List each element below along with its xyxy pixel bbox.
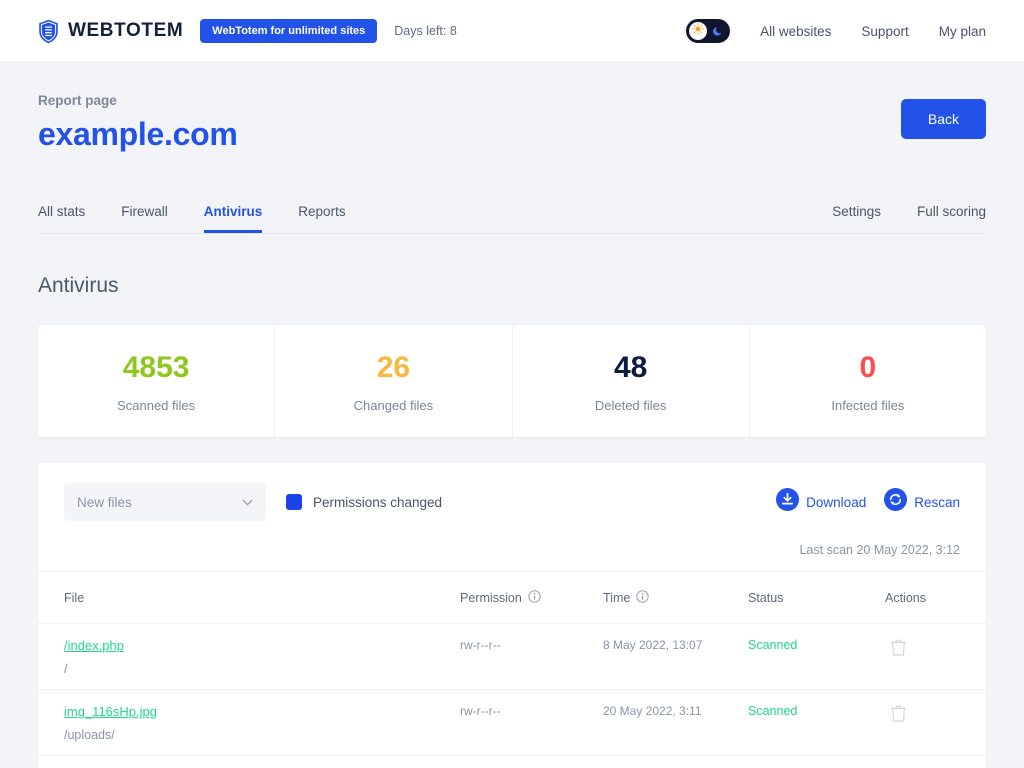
stat-label: Scanned files: [117, 398, 196, 413]
chevron-down-icon: [242, 493, 253, 511]
trash-icon[interactable]: [891, 704, 906, 727]
theme-toggle[interactable]: [686, 19, 731, 43]
brand-logo[interactable]: WEBTOTEM: [38, 19, 183, 44]
file-name-link[interactable]: /index.php: [64, 638, 460, 653]
toolbar-actions: Download Rescan: [776, 488, 960, 516]
info-icon[interactable]: [528, 590, 541, 606]
rescan-label: Rescan: [914, 494, 960, 510]
cell-permission: rw-r--r--: [460, 756, 603, 768]
tab-firewall[interactable]: Firewall: [121, 204, 168, 233]
tab-settings[interactable]: Settings: [832, 204, 881, 233]
promo-badge[interactable]: WebTotem for unlimited sites: [200, 19, 378, 43]
stat-card-infected-files: 0 Infected files: [750, 325, 986, 437]
page-kicker: Report page: [38, 93, 117, 108]
back-button[interactable]: Back: [900, 99, 986, 139]
cell-status: Scanned: [748, 756, 885, 768]
antivirus-file-table: File Permission Time Status Actions /ind…: [38, 572, 986, 768]
page-title: example.com: [38, 116, 238, 152]
nav-all-websites[interactable]: All websites: [760, 24, 831, 39]
column-label: File: [64, 591, 85, 605]
download-icon: [776, 488, 800, 516]
table-row: /index.php / rw-r--r-- 8 May 2022, 13:07…: [38, 623, 986, 690]
tab-all-stats[interactable]: All stats: [38, 204, 85, 233]
column-header-time: Time: [603, 572, 748, 624]
stat-value: 0: [859, 351, 877, 384]
file-table-panel: New files Permissions changed Download R…: [38, 463, 986, 768]
cell-file: img_116sHp.jpg /uploads/: [38, 689, 460, 756]
tab-bar-right: Settings Full scoring: [796, 204, 986, 233]
tab-reports[interactable]: Reports: [298, 204, 345, 233]
trash-icon[interactable]: [891, 638, 906, 661]
permissions-changed-label: Permissions changed: [313, 494, 443, 510]
cell-actions: [885, 623, 986, 690]
cell-permission: rw-r--r--: [460, 689, 603, 756]
section-title: Antivirus: [38, 274, 119, 297]
cell-time: 8 May 2022, 13:07: [603, 623, 748, 690]
permissions-changed-checkbox[interactable]: [286, 494, 302, 510]
cell-status: Scanned: [748, 623, 885, 690]
file-filter-select[interactable]: New files: [64, 483, 266, 521]
top-navigation-bar: WEBTOTEM WebTotem for unlimited sites Da…: [0, 0, 1024, 63]
topbar-right-group: All websites Support My plan: [686, 19, 986, 43]
brand-name: WEBTOTEM: [68, 20, 184, 41]
column-header-file: File: [38, 572, 460, 624]
page-header: Report page example.com Back: [38, 63, 986, 153]
page-title-block: Report page example.com: [38, 93, 238, 153]
download-button[interactable]: Download: [776, 488, 866, 516]
column-label: Permission: [460, 591, 522, 605]
tab-full-scoring[interactable]: Full scoring: [917, 204, 986, 233]
table-row: img_118lTp.jpg /uploads/ rw-r--r-- 8 May…: [38, 756, 986, 768]
cell-time: 20 May 2022, 3:11: [603, 689, 748, 756]
days-left-label: Days left: 8: [394, 24, 457, 38]
table-toolbar: New files Permissions changed Download R…: [38, 463, 986, 539]
download-label: Download: [806, 494, 867, 510]
nav-my-plan[interactable]: My plan: [939, 24, 986, 39]
column-label: Time: [603, 591, 631, 605]
refresh-icon: [884, 488, 908, 516]
column-label: Status: [748, 591, 784, 605]
cell-status: Scanned: [748, 689, 885, 756]
page-content: Report page example.com Back All stats F…: [0, 63, 1024, 768]
table-header: File Permission Time Status Actions: [38, 572, 986, 624]
stat-label: Infected files: [831, 398, 905, 413]
nav-support[interactable]: Support: [861, 24, 908, 39]
cell-actions: [885, 756, 986, 768]
sun-icon: [692, 22, 705, 40]
cell-permission: rw-r--r--: [460, 623, 603, 690]
cell-file: /index.php /: [38, 623, 460, 690]
table-header-row: File Permission Time Status Actions: [38, 572, 986, 624]
stat-label: Deleted files: [594, 398, 667, 413]
column-header-status: Status: [748, 572, 885, 624]
stat-value: 26: [376, 351, 411, 384]
file-filter-value: New files: [77, 494, 132, 510]
cell-file: img_118lTp.jpg /uploads/: [38, 756, 460, 768]
tab-bar: All stats Firewall Antivirus Reports Set…: [38, 193, 986, 234]
stat-card-scanned-files: 4853 Scanned files: [38, 325, 276, 437]
stat-value: 48: [613, 351, 648, 384]
column-label: Actions: [885, 591, 926, 605]
table-body: /index.php / rw-r--r-- 8 May 2022, 13:07…: [38, 623, 986, 768]
stat-card-changed-files: 26 Changed files: [275, 325, 513, 437]
file-path: /: [64, 662, 68, 676]
stats-cards: 4853 Scanned files 26 Changed files 48 D…: [38, 325, 986, 437]
rescan-button[interactable]: Rescan: [884, 488, 960, 516]
shield-icon: [38, 19, 59, 44]
cell-actions: [885, 689, 986, 756]
column-header-permission: Permission: [460, 572, 603, 624]
table-row: img_116sHp.jpg /uploads/ rw-r--r-- 20 Ma…: [38, 689, 986, 756]
tab-antivirus[interactable]: Antivirus: [203, 204, 263, 233]
last-scan-label: Last scan 20 May 2022, 3:12: [38, 539, 986, 572]
info-icon[interactable]: [636, 590, 650, 606]
permissions-changed-checkbox-group[interactable]: Permissions changed: [286, 494, 442, 510]
stat-card-deleted-files: 48 Deleted files: [513, 325, 750, 437]
stat-label: Changed files: [353, 398, 434, 413]
file-name-link[interactable]: img_116sHp.jpg: [64, 704, 460, 719]
file-path: /uploads/: [64, 728, 115, 742]
moon-icon: [712, 25, 724, 37]
cell-time: 8 May 2022, 13:07: [603, 756, 748, 768]
toggle-knob: [689, 22, 708, 40]
column-header-actions: Actions: [885, 572, 986, 624]
stat-value: 4853: [122, 351, 190, 384]
